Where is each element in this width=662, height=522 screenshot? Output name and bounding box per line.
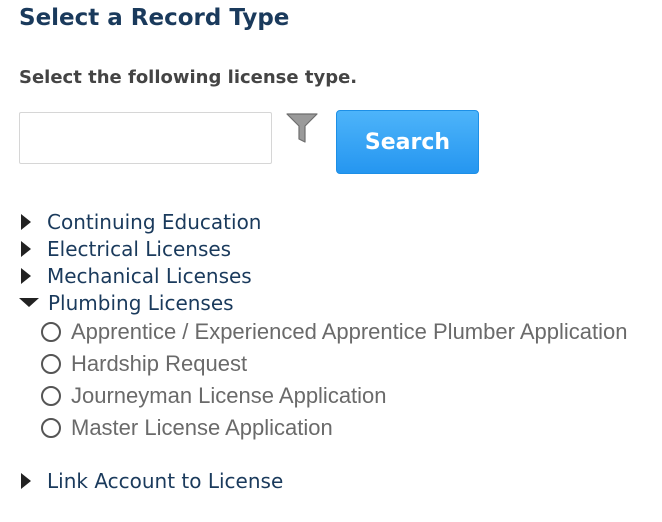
filter-funnel-icon[interactable] (286, 113, 318, 143)
caret-right-icon[interactable] (21, 240, 31, 257)
tree-item-continuing-education[interactable]: Continuing Education (19, 208, 261, 235)
category-label[interactable]: Continuing Education (47, 210, 261, 234)
category-label[interactable]: Mechanical Licenses (47, 264, 252, 288)
page-title: Select a Record Type (19, 5, 290, 31)
instruction-text: Select the following license type. (19, 67, 358, 88)
radio-button[interactable] (41, 418, 61, 438)
tree-item-link-account[interactable]: Link Account to License (19, 467, 283, 494)
radio-button[interactable] (41, 386, 61, 406)
caret-right-icon[interactable] (21, 267, 31, 284)
caret-down-icon[interactable] (19, 298, 39, 307)
search-button[interactable]: Search (336, 110, 479, 174)
tree-item-mechanical-licenses[interactable]: Mechanical Licenses (19, 262, 252, 289)
category-label[interactable]: Plumbing Licenses (48, 291, 234, 315)
caret-right-icon[interactable] (21, 213, 31, 230)
option-label[interactable]: Journeyman License Application (71, 383, 387, 409)
radio-option-apprentice[interactable]: Apprentice / Experienced Apprentice Plum… (41, 317, 627, 347)
radio-option-hardship-request[interactable]: Hardship Request (41, 349, 247, 379)
option-label[interactable]: Master License Application (71, 415, 333, 441)
radio-button[interactable] (41, 322, 61, 342)
category-label[interactable]: Link Account to License (47, 469, 283, 493)
radio-button[interactable] (41, 354, 61, 374)
radio-option-master-license[interactable]: Master License Application (41, 413, 333, 443)
option-label[interactable]: Apprentice / Experienced Apprentice Plum… (71, 319, 627, 345)
caret-right-icon[interactable] (21, 472, 31, 489)
option-label[interactable]: Hardship Request (71, 351, 247, 377)
tree-item-plumbing-licenses[interactable]: Plumbing Licenses (19, 289, 234, 316)
radio-option-journeyman[interactable]: Journeyman License Application (41, 381, 387, 411)
category-label[interactable]: Electrical Licenses (47, 237, 231, 261)
search-input[interactable] (19, 112, 272, 164)
tree-item-electrical-licenses[interactable]: Electrical Licenses (19, 235, 231, 262)
